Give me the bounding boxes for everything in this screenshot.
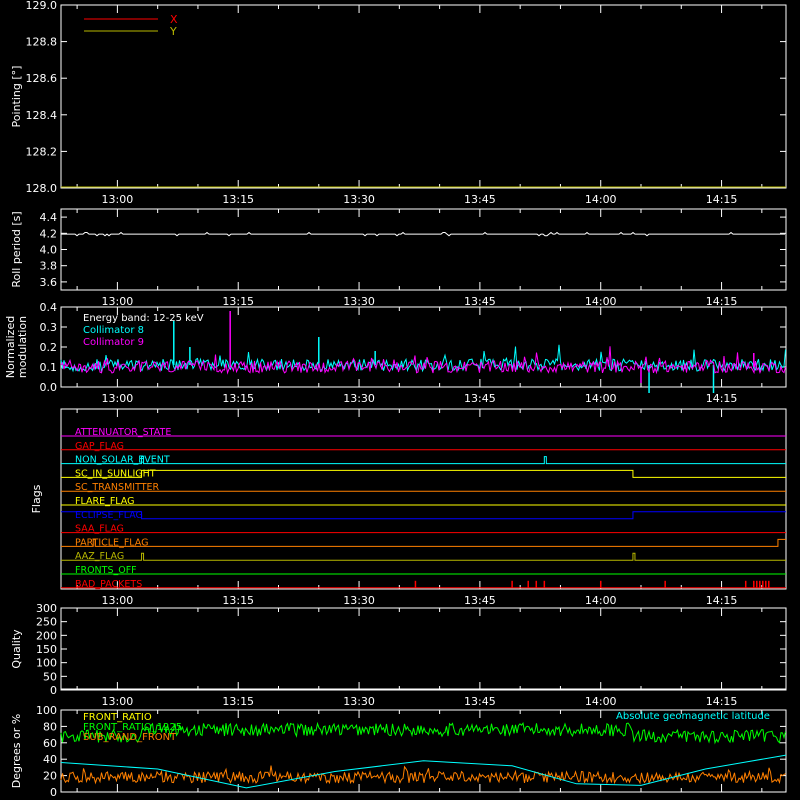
y-axis-label: modulation <box>16 316 29 378</box>
y-axis-label: Roll period [s] <box>10 211 23 287</box>
panel-frame <box>60 208 787 291</box>
y-tick-label: 100 <box>36 704 57 717</box>
legend-label: Y <box>169 25 177 38</box>
y-tick-label: 129.0 <box>26 0 58 12</box>
x-tick-label: 13:30 <box>343 295 375 308</box>
panel-frame <box>60 607 787 691</box>
panel-1: 128.0 128.2 128.4 128.6 128.8 129.0 13:00 13:15… <box>10 0 787 206</box>
legend-label: SUB_RAND_FRONT <box>83 732 177 743</box>
panel-2: 3.6 3.8 4.0 4.2 4.4 13:00 13:15 13:30 13:45 14:00… <box>10 208 787 308</box>
y-tick-label: 100 <box>36 657 57 670</box>
x-tick-label: 13:30 <box>343 594 375 607</box>
x-tick-label: 14:00 <box>585 594 617 607</box>
flag-line <box>61 552 786 561</box>
y-tick-label: 0 <box>50 684 57 697</box>
x-tick-label: 13:30 <box>343 695 375 708</box>
y-tick-label: 0.0 <box>40 381 58 394</box>
y-tick-label: 0.4 <box>40 301 58 314</box>
legend-label: Collimator 9 <box>83 337 144 348</box>
flag-line <box>61 469 786 478</box>
y-tick-label: 4.0 <box>40 244 58 257</box>
flag-line <box>61 538 786 547</box>
y-tick-label: 0 <box>50 786 57 799</box>
x-tick-label: 13:30 <box>343 392 375 405</box>
flag-line <box>61 456 786 465</box>
flag-line <box>61 511 786 520</box>
y-tick-label: 0.3 <box>40 321 58 334</box>
y-tick-label: 50 <box>43 670 57 683</box>
x-tick-label: 14:15 <box>706 193 738 206</box>
y-tick-label: 250 <box>36 616 57 629</box>
panel-5: 050100150200250300 13:00 13:15 13:30 13:45 14… <box>10 602 787 708</box>
x-tick-label: 13:15 <box>222 695 254 708</box>
y-tick-label: 4.4 <box>40 211 58 224</box>
x-tick-label: 13:00 <box>102 594 134 607</box>
annotation-geomagnetic: Absolute geomagnetic latitude <box>616 711 770 722</box>
x-tick-label: 13:00 <box>102 392 134 405</box>
y-tick-label: 0.1 <box>40 361 58 374</box>
y-tick-label: 128.6 <box>26 72 58 85</box>
y-tick-label: 128.0 <box>26 182 58 195</box>
chart-canvas: 128.0 128.2 128.4 128.6 128.8 129.0 13:00 13:15… <box>4 0 787 799</box>
y-tick-label: 0.2 <box>40 341 58 354</box>
x-tick-label: 13:15 <box>222 594 254 607</box>
x-tick-label: 13:15 <box>222 193 254 206</box>
y-axis-label: Pointing [°] <box>10 66 23 128</box>
y-tick-label: 150 <box>36 643 57 656</box>
y-axis-label: Quality <box>10 629 23 669</box>
x-tick-label: 13:45 <box>464 695 496 708</box>
y-tick-label: 20 <box>43 770 57 783</box>
y-tick-label: 300 <box>36 602 57 615</box>
panel-6: 020406080100Degrees or % FRONT_RATIOFRONT… <box>10 704 787 799</box>
y-tick-label: 40 <box>43 753 57 766</box>
x-tick-label: 13:00 <box>102 193 134 206</box>
x-tick-label: 13:45 <box>464 392 496 405</box>
x-tick-label: 14:00 <box>585 193 617 206</box>
y-tick-label: 128.4 <box>26 109 58 122</box>
roll-period-line <box>61 231 785 237</box>
x-tick-label: 13:15 <box>222 295 254 308</box>
x-tick-label: 14:15 <box>706 695 738 708</box>
y-tick-label: 128.8 <box>26 36 58 49</box>
geomagnetic-latitude-line <box>60 754 787 789</box>
x-tick-label: 14:00 <box>585 695 617 708</box>
x-tick-label: 13:45 <box>464 193 496 206</box>
y-axis-label: Flags <box>30 484 43 513</box>
legend-label: Collimator 8 <box>83 325 144 336</box>
x-tick-label: 14:00 <box>585 392 617 405</box>
y-tick-label: 3.6 <box>40 276 58 289</box>
y-tick-label: 80 <box>43 720 57 733</box>
x-tick-label: 13:45 <box>464 295 496 308</box>
x-tick-label: 13:30 <box>343 193 375 206</box>
x-tick-label: 13:15 <box>222 392 254 405</box>
sub-rand-front-line <box>60 765 786 785</box>
y-tick-label: 200 <box>36 629 57 642</box>
panel-4: 13:00 13:15 13:30 13:45 14:00 14:15FlagsATTEN… <box>30 408 787 607</box>
x-tick-label: 13:00 <box>102 695 134 708</box>
annotation-energy-band: Energy band: 12-25 keV <box>83 313 204 324</box>
x-tick-label: 13:00 <box>102 295 134 308</box>
y-tick-label: 4.2 <box>40 227 58 240</box>
x-tick-label: 14:15 <box>706 594 738 607</box>
y-tick-label: 3.8 <box>40 260 58 273</box>
x-tick-label: 13:45 <box>464 594 496 607</box>
y-tick-label: 60 <box>43 737 57 750</box>
panel-3: 0.0 0.1 0.2 0.3 0.4 13:00 13:15 13:30 13:45 14:00… <box>4 301 787 405</box>
x-tick-label: 14:15 <box>706 392 738 405</box>
y-tick-label: 128.2 <box>26 145 58 158</box>
x-tick-label: 14:15 <box>706 295 738 308</box>
x-tick-label: 14:00 <box>585 295 617 308</box>
y-axis-label: Degrees or % <box>10 714 23 788</box>
